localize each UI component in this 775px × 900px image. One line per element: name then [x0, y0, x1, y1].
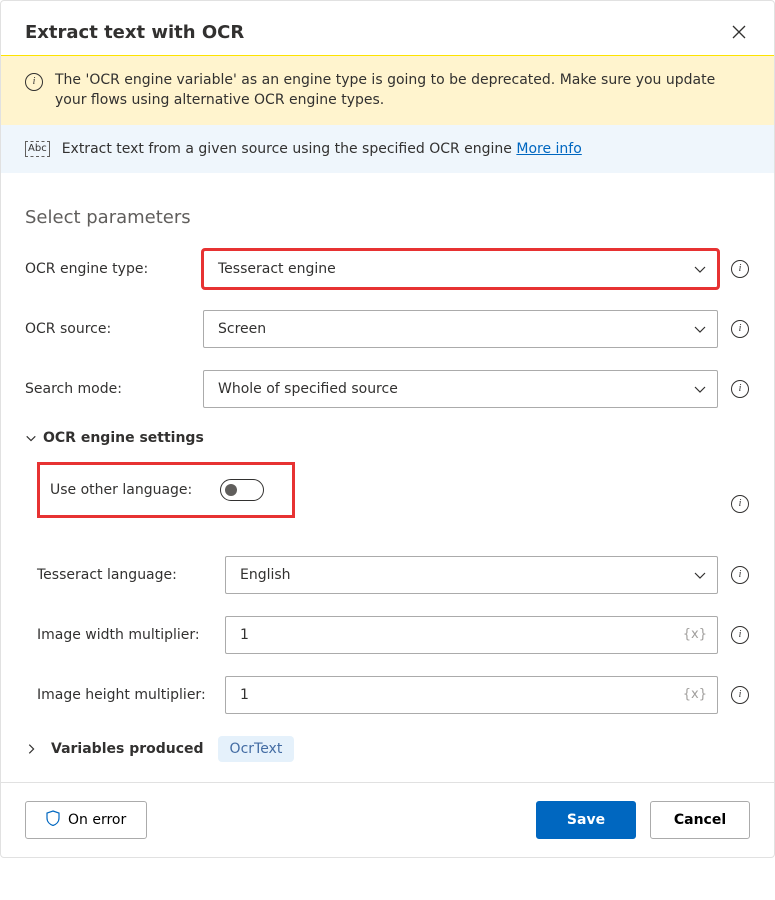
use-other-language-toggle[interactable] [220, 479, 264, 501]
ocr-source-info[interactable]: i [730, 319, 750, 339]
image-width-mult-label: Image width multiplier: [37, 627, 213, 643]
dialog-body: Select parameters OCR engine type: Tesse… [1, 173, 774, 782]
search-mode-dropdown[interactable]: Whole of specified source [203, 370, 718, 408]
ocr-source-dropdown[interactable]: Screen [203, 310, 718, 348]
ocr-source-label: OCR source: [25, 321, 191, 337]
close-button[interactable] [728, 21, 750, 43]
chevron-down-icon [693, 382, 707, 396]
chevron-down-icon [693, 568, 707, 582]
cancel-button[interactable]: Cancel [650, 801, 750, 839]
variables-produced-row[interactable]: Variables produced OcrText [25, 736, 750, 762]
ocr-engine-type-label: OCR engine type: [25, 261, 191, 277]
search-mode-row: Search mode: Whole of specified source i [25, 370, 750, 408]
dialog-footer: On error Save Cancel [1, 782, 774, 857]
more-info-link[interactable]: More info [516, 141, 581, 157]
chevron-down-icon [693, 322, 707, 336]
dialog-header: Extract text with OCR [1, 1, 774, 55]
on-error-button[interactable]: On error [25, 801, 147, 839]
tesseract-language-label: Tesseract language: [37, 567, 213, 583]
ocr-engine-type-row: OCR engine type: Tesseract engine i [25, 250, 750, 288]
ocr-source-row: OCR source: Screen i [25, 310, 750, 348]
image-width-mult-info[interactable]: i [730, 625, 750, 645]
tesseract-language-info[interactable]: i [730, 565, 750, 585]
image-height-mult-info[interactable]: i [730, 685, 750, 705]
chevron-down-icon [25, 432, 37, 444]
tesseract-language-dropdown[interactable]: English [225, 556, 718, 594]
variable-picker-icon[interactable]: {x} [683, 627, 707, 642]
tesseract-language-row: Tesseract language: English i [37, 556, 750, 594]
search-mode-info[interactable]: i [730, 379, 750, 399]
dialog: Extract text with OCR i The 'OCR engine … [0, 0, 775, 858]
ocr-engine-type-info[interactable]: i [730, 259, 750, 279]
use-other-language-label: Use other language: [50, 482, 192, 498]
section-title: Select parameters [25, 207, 750, 228]
ocr-abc-icon: Abc [25, 141, 50, 157]
warning-message: The 'OCR engine variable' as an engine t… [55, 70, 750, 111]
chevron-right-icon [25, 743, 37, 755]
variables-produced-label: Variables produced [51, 741, 204, 757]
use-other-language-row: Use other language: [37, 462, 295, 518]
image-width-mult-input[interactable]: 1 {x} [225, 616, 718, 654]
image-width-mult-row: Image width multiplier: 1 {x} i [37, 616, 750, 654]
close-icon [732, 25, 746, 39]
ocr-engine-type-dropdown[interactable]: Tesseract engine [203, 250, 718, 288]
ocr-engine-settings-header[interactable]: OCR engine settings [25, 430, 750, 446]
info-icon: i [25, 72, 43, 91]
image-height-mult-label: Image height multiplier: [37, 687, 213, 703]
dialog-title: Extract text with OCR [25, 22, 244, 43]
description-text: Extract text from a given source using t… [62, 141, 582, 157]
shield-icon [46, 810, 60, 830]
save-button[interactable]: Save [536, 801, 636, 839]
use-other-language-info[interactable]: i [730, 494, 750, 514]
deprecation-warning-banner: i The 'OCR engine variable' as an engine… [1, 55, 774, 125]
variable-badge: OcrText [218, 736, 295, 762]
variable-picker-icon[interactable]: {x} [683, 687, 707, 702]
search-mode-label: Search mode: [25, 381, 191, 397]
description-banner: Abc Extract text from a given source usi… [1, 125, 774, 173]
image-height-mult-input[interactable]: 1 {x} [225, 676, 718, 714]
chevron-down-icon [693, 262, 707, 276]
image-height-mult-row: Image height multiplier: 1 {x} i [37, 676, 750, 714]
